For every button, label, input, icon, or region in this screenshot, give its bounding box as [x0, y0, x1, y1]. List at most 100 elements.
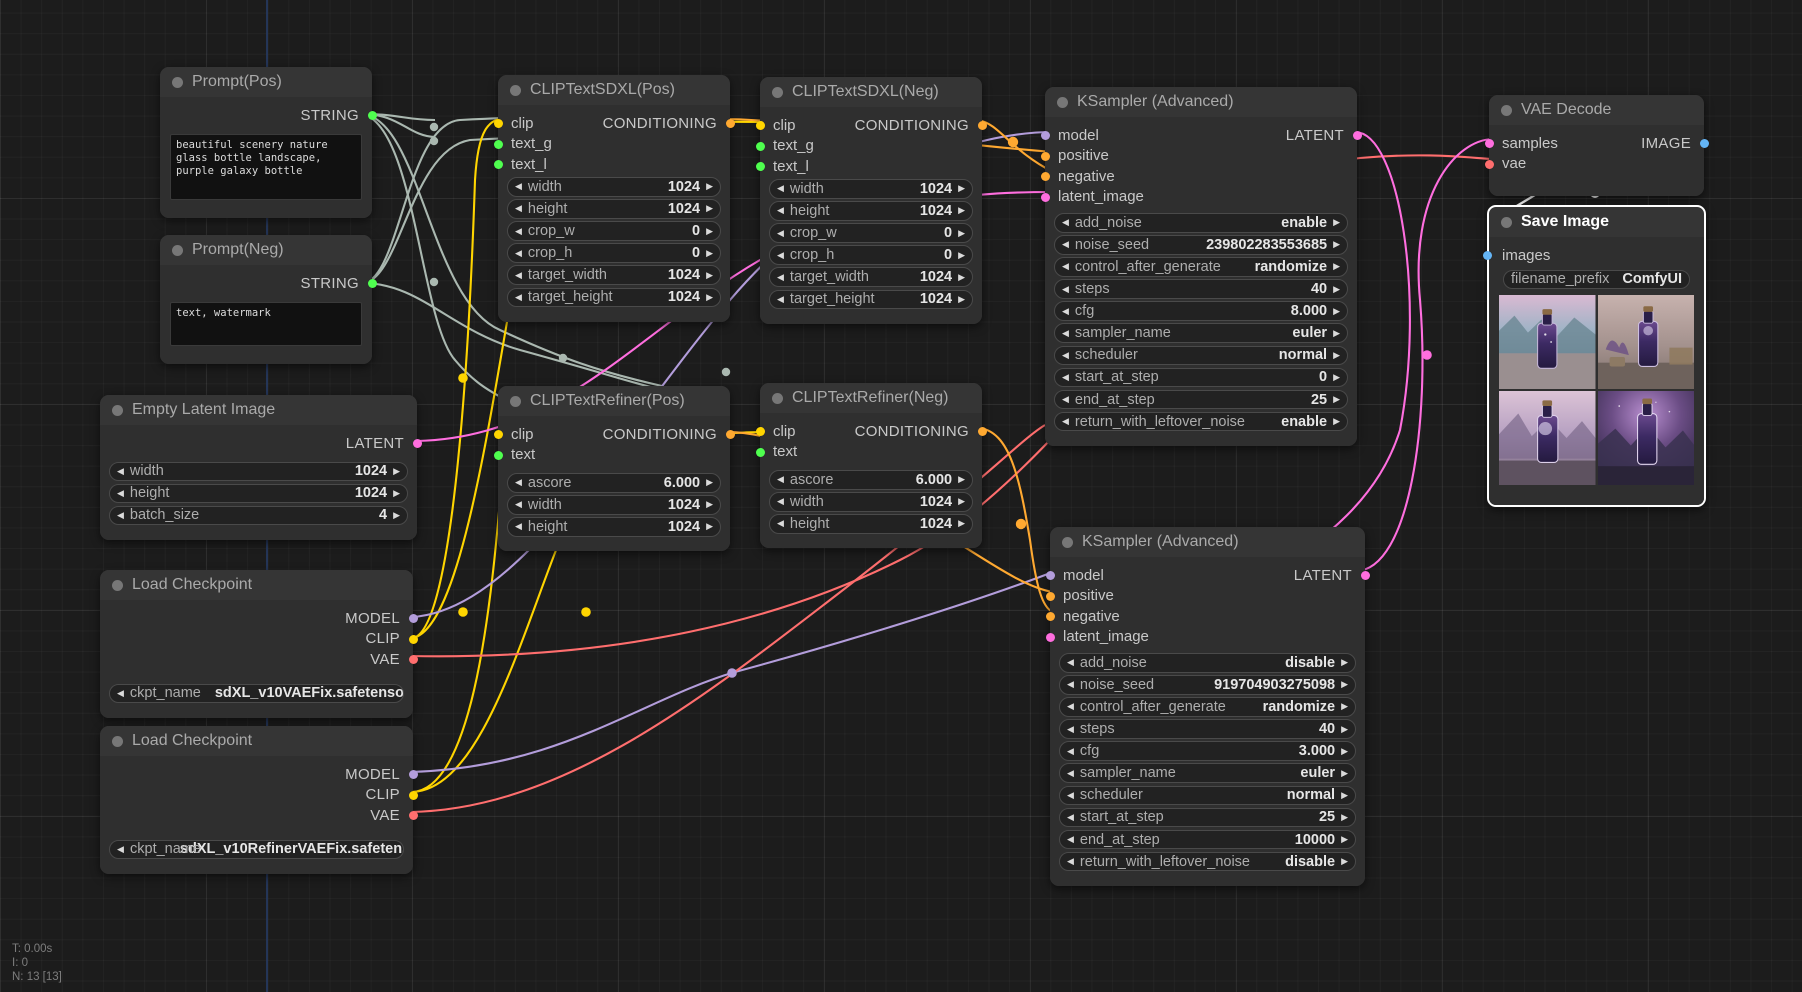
increment-arrow-icon[interactable]: ▶: [393, 466, 400, 476]
preview-image[interactable]: [1597, 295, 1694, 389]
increment-arrow-icon[interactable]: ▶: [706, 248, 713, 258]
increment-arrow-icon[interactable]: ▶: [958, 228, 965, 238]
increment-arrow-icon[interactable]: ▶: [1333, 262, 1340, 271]
input-dot-clip-icon[interactable]: [755, 121, 765, 130]
node-title-bar[interactable]: CLIPTextRefiner(Neg): [760, 383, 982, 413]
decrement-arrow-icon[interactable]: ◀: [515, 226, 522, 236]
input-dot-latent-image-icon[interactable]: [1040, 192, 1050, 202]
widget-noise-seed[interactable]: ◀ noise_seed 919704903275098 ▶: [1059, 675, 1356, 695]
decrement-arrow-icon[interactable]: ◀: [777, 497, 784, 506]
decrement-arrow-icon[interactable]: ◀: [1067, 658, 1074, 667]
node-save-image[interactable]: Save Image images filename_prefix ComfyU…: [1482, 205, 1706, 507]
output-slot-vae[interactable]: VAE: [100, 805, 418, 826]
widget-height[interactable]: ◀ height 1024 ▶: [109, 483, 408, 504]
widget-width[interactable]: ◀ width 1024 ▶: [769, 179, 973, 199]
collapse-dot-icon[interactable]: [1062, 536, 1073, 548]
node-title-bar[interactable]: Prompt(Neg): [160, 235, 372, 265]
widget-sampler-name[interactable]: ◀ sampler_name euler ▶: [1059, 763, 1356, 783]
input-slot-model[interactable]: model LATENT: [1040, 125, 1362, 146]
input-dot-text-l-icon[interactable]: [755, 162, 765, 171]
decrement-arrow-icon[interactable]: ◀: [777, 475, 784, 484]
decrement-arrow-icon[interactable]: ◀: [1062, 372, 1069, 382]
node-title-bar[interactable]: Prompt(Pos): [160, 67, 372, 97]
collapse-dot-icon[interactable]: [772, 86, 783, 98]
node-ksampler-refiner[interactable]: KSampler (Advanced) model LATENT positiv…: [1045, 527, 1370, 886]
input-slot-clip[interactable]: clip CONDITIONING: [755, 421, 987, 442]
increment-arrow-icon[interactable]: ▶: [706, 292, 713, 302]
input-dot-model-icon[interactable]: [1045, 571, 1055, 580]
image-preview-grid[interactable]: [1499, 295, 1694, 485]
decrement-arrow-icon[interactable]: ◀: [117, 466, 124, 476]
decrement-arrow-icon[interactable]: ◀: [777, 519, 784, 528]
increment-arrow-icon[interactable]: ▶: [958, 497, 965, 506]
collapse-dot-icon[interactable]: [172, 244, 183, 256]
node-title-bar[interactable]: Save Image: [1489, 207, 1704, 237]
input-slot-clip[interactable]: clip CONDITIONING: [755, 115, 987, 136]
input-dot-negative-icon[interactable]: [1040, 172, 1050, 181]
decrement-arrow-icon[interactable]: ◀: [1062, 395, 1069, 404]
decrement-arrow-icon[interactable]: ◀: [1062, 284, 1069, 294]
output-slot-string[interactable]: STRING: [160, 273, 377, 294]
decrement-arrow-icon[interactable]: ◀: [117, 488, 124, 498]
widget-end-at-step[interactable]: ◀ end_at_step 10000 ▶: [1059, 829, 1356, 850]
input-slot-text[interactable]: text: [755, 442, 982, 463]
collapse-dot-icon[interactable]: [510, 84, 521, 96]
increment-arrow-icon[interactable]: ▶: [706, 270, 713, 280]
decrement-arrow-icon[interactable]: ◀: [515, 182, 522, 191]
output-dot-latent-icon[interactable]: [1360, 571, 1370, 580]
decrement-arrow-icon[interactable]: ◀: [515, 478, 522, 487]
input-slot-clip[interactable]: clip CONDITIONING: [493, 424, 735, 445]
input-dot-clip-icon[interactable]: [755, 427, 765, 436]
widget-control-after-generate[interactable]: ◀ control_after_generate randomize ▶: [1054, 257, 1348, 277]
increment-arrow-icon[interactable]: ▶: [1333, 218, 1340, 227]
increment-arrow-icon[interactable]: ▶: [958, 519, 965, 528]
collapse-dot-icon[interactable]: [1501, 216, 1512, 228]
widget-width[interactable]: ◀ width 1024 ▶: [507, 495, 721, 515]
widget-end-at-step[interactable]: ◀ end_at_step 25 ▶: [1054, 389, 1348, 410]
input-slot-clip[interactable]: clip CONDITIONING: [493, 113, 735, 134]
input-slot-text-l[interactable]: text_l: [493, 154, 730, 175]
node-cliptextsdxl-neg[interactable]: CLIPTextSDXL(Neg) clip CONDITIONING text…: [755, 77, 987, 324]
widget-noise-seed[interactable]: ◀ noise_seed 239802283553685 ▶: [1054, 235, 1348, 255]
collapse-dot-icon[interactable]: [112, 579, 123, 591]
widget-ckpt-name[interactable]: ◀ ckpt_namesdXL_v10RefinerVAEFix.safetens…: [109, 839, 404, 859]
increment-arrow-icon[interactable]: ▶: [1333, 350, 1340, 360]
output-slot-clip[interactable]: CLIP: [100, 785, 418, 806]
decrement-arrow-icon[interactable]: ◀: [515, 270, 522, 280]
collapse-dot-icon[interactable]: [772, 392, 783, 404]
increment-arrow-icon[interactable]: ▶: [1333, 372, 1340, 382]
decrement-arrow-icon[interactable]: ◀: [515, 248, 522, 258]
output-slot-latent[interactable]: LATENT: [100, 433, 422, 454]
input-dot-samples-icon[interactable]: [1484, 139, 1494, 148]
decrement-arrow-icon[interactable]: ◀: [1067, 746, 1074, 756]
prompt-textarea[interactable]: beautiful scenery nature glass bottle la…: [170, 133, 362, 200]
widget-return-with-leftover-noise[interactable]: ◀ return_with_leftover_noise disable ▶: [1059, 851, 1356, 872]
decrement-arrow-icon[interactable]: ◀: [1067, 724, 1074, 734]
node-title-bar[interactable]: CLIPTextRefiner(Pos): [498, 386, 730, 416]
output-dot-image-icon[interactable]: [1699, 139, 1709, 148]
widget-start-at-step[interactable]: ◀ start_at_step 0 ▶: [1054, 367, 1348, 388]
widget-target-height[interactable]: ◀ target_height 1024 ▶: [769, 289, 973, 310]
input-slot-latent-image[interactable]: latent_image: [1040, 187, 1357, 208]
output-dot-latent-icon[interactable]: [1352, 131, 1362, 140]
decrement-arrow-icon[interactable]: ◀: [1062, 262, 1069, 271]
increment-arrow-icon[interactable]: ▶: [706, 204, 713, 213]
decrement-arrow-icon[interactable]: ◀: [1062, 350, 1069, 360]
node-title-bar[interactable]: KSampler (Advanced): [1050, 527, 1365, 557]
output-dot-latent-icon[interactable]: [412, 439, 422, 448]
increment-arrow-icon[interactable]: ▶: [706, 500, 713, 509]
widget-add-noise[interactable]: ◀ add_noise enable ▶: [1054, 213, 1348, 233]
input-slot-negative[interactable]: negative: [1040, 166, 1357, 187]
decrement-arrow-icon[interactable]: ◀: [777, 184, 784, 193]
decrement-arrow-icon[interactable]: ◀: [777, 272, 784, 282]
node-cliptextsdxl-pos[interactable]: CLIPTextSDXL(Pos) clip CONDITIONING text…: [493, 75, 735, 322]
output-slot-model[interactable]: MODEL: [100, 608, 418, 629]
widget-height[interactable]: ◀ height 1024 ▶: [769, 201, 973, 221]
node-load-checkpoint-base[interactable]: Load Checkpoint MODEL CLIP VAE ◀ ckpt_nam…: [100, 570, 418, 718]
input-slot-samples[interactable]: samples IMAGE: [1484, 133, 1709, 154]
output-dot-model-icon[interactable]: [408, 614, 418, 623]
decrement-arrow-icon[interactable]: ◀: [777, 250, 784, 260]
increment-arrow-icon[interactable]: ▶: [1341, 835, 1348, 844]
decrement-arrow-icon[interactable]: ◀: [777, 206, 784, 215]
increment-arrow-icon[interactable]: ▶: [958, 206, 965, 215]
